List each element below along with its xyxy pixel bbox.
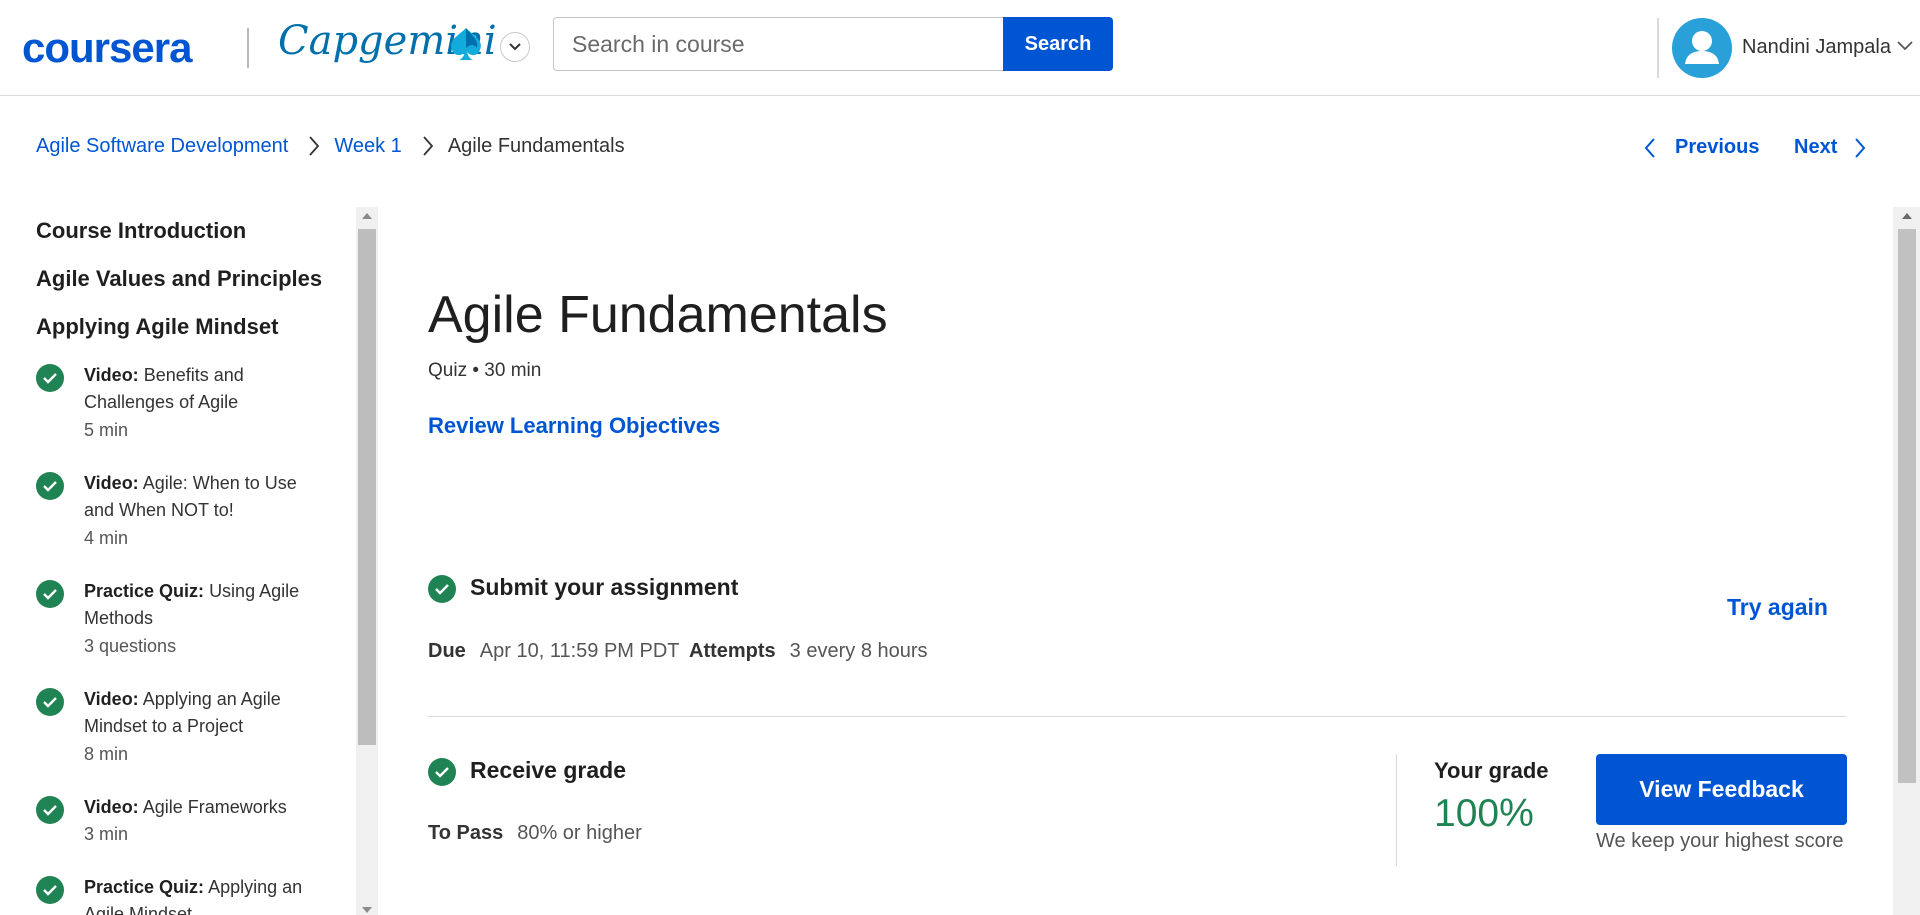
- sidebar-item-title: Video: Agile Frameworks: [84, 797, 287, 817]
- highest-score-note: We keep your highest score: [1596, 830, 1844, 852]
- top-header: coursera Capgemini Search Nandini Jampal…: [0, 0, 1920, 96]
- logo-divider: [247, 28, 249, 68]
- sidebar-scrollbar[interactable]: [356, 207, 378, 915]
- spade-logo-icon: [451, 28, 481, 60]
- section-divider: [428, 716, 1846, 717]
- search-input[interactable]: [553, 17, 1004, 71]
- due-label: Due: [428, 640, 466, 662]
- chevron-right-icon: [422, 135, 434, 157]
- scroll-down-arrow-icon[interactable]: [362, 907, 372, 913]
- main-scrollbar[interactable]: [1893, 207, 1920, 915]
- sidebar-scrollbar-thumb[interactable]: [358, 229, 376, 745]
- sidebar-item-meta: 8 min: [84, 744, 129, 764]
- sidebar-item-title: Video: Applying an Agile Mindset to a Pr…: [84, 689, 281, 736]
- sidebar-item-meta: 3 questions: [84, 636, 177, 656]
- breadcrumb-current: Agile Fundamentals: [447, 134, 625, 157]
- user-silhouette-icon: [1685, 31, 1719, 64]
- course-outline-sidebar: Course Introduction Agile Values and Pri…: [0, 207, 356, 915]
- attempts-info: Attempts 3 every 8 hours: [689, 640, 928, 663]
- attempts-value: 3 every 8 hours: [789, 640, 928, 662]
- coursera-logo[interactable]: coursera: [22, 24, 192, 72]
- main-scrollbar-thumb[interactable]: [1898, 229, 1916, 783]
- next-label: Next: [1794, 136, 1838, 158]
- page-title: Agile Fundamentals: [428, 286, 888, 344]
- sidebar-item-title: Practice Quiz: Applying an Agile Mindset: [84, 877, 303, 915]
- previous-button[interactable]: Previous: [1643, 136, 1759, 159]
- to-pass-label: To Pass: [428, 822, 504, 844]
- check-circle-icon: [36, 580, 64, 608]
- check-circle-icon: [36, 876, 64, 904]
- sidebar-item-meta: 4 min: [84, 528, 129, 548]
- chevron-right-icon: [308, 135, 320, 157]
- chevron-down-icon[interactable]: [1896, 40, 1914, 52]
- header-divider: [1657, 18, 1659, 78]
- next-button[interactable]: Next: [1794, 136, 1867, 159]
- previous-label: Previous: [1675, 136, 1760, 158]
- item-meta: Quiz • 30 min: [428, 360, 542, 381]
- sidebar-section-agile-values[interactable]: Agile Values and Principles: [36, 266, 322, 292]
- chevron-left-icon: [1644, 137, 1655, 158]
- view-feedback-button[interactable]: View Feedback: [1596, 754, 1847, 825]
- due-info: Due Apr 10, 11:59 PM PDT: [428, 640, 680, 663]
- sidebar-section-applying-agile-mindset[interactable]: Applying Agile Mindset: [36, 314, 278, 340]
- review-learning-objectives-link[interactable]: Review Learning Objectives: [428, 413, 720, 439]
- sidebar-item-title: Practice Quiz: Using Agile Methods: [84, 581, 300, 628]
- check-circle-icon: [428, 575, 456, 603]
- search-button[interactable]: Search: [1003, 17, 1113, 71]
- user-avatar-icon[interactable]: [1672, 18, 1732, 78]
- attempts-label: Attempts: [689, 640, 776, 662]
- submit-assignment-title: Submit your assignment: [470, 574, 739, 600]
- to-pass-value: 80% or higher: [517, 822, 642, 844]
- check-circle-icon: [36, 688, 64, 716]
- your-grade-label: Your grade: [1434, 758, 1549, 783]
- breadcrumb-week-link[interactable]: Week 1: [334, 135, 401, 158]
- receive-grade-title: Receive grade: [470, 757, 626, 783]
- check-circle-icon: [36, 364, 64, 392]
- main-content: Agile Fundamentals Quiz • 30 min Review …: [380, 207, 1890, 915]
- sidebar-item-title: Video: Benefits and Challenges of Agile: [84, 365, 244, 412]
- your-grade-value: 100%: [1434, 792, 1534, 835]
- sidebar-item-meta: 3 min: [84, 824, 129, 844]
- sidebar-section-course-introduction[interactable]: Course Introduction: [36, 218, 246, 244]
- grade-divider: [1396, 754, 1397, 866]
- to-pass-info: To Pass 80% or higher: [428, 822, 642, 845]
- user-name[interactable]: Nandini Jampala: [1742, 36, 1891, 59]
- due-value: Apr 10, 11:59 PM PDT: [479, 640, 680, 662]
- sidebar-item-title: Video: Agile: When to Use and When NOT t…: [84, 473, 297, 520]
- check-circle-icon: [428, 758, 456, 786]
- sidebar-item-meta: 5 min: [84, 420, 129, 440]
- try-again-button[interactable]: Try again: [1727, 594, 1828, 621]
- scroll-up-arrow-icon[interactable]: [1902, 213, 1912, 219]
- breadcrumb-course-link[interactable]: Agile Software Development: [36, 135, 288, 158]
- partner-menu-button[interactable]: [500, 32, 530, 62]
- breadcrumb: Agile Software Development Week 1 Agile …: [36, 133, 625, 159]
- chevron-down-icon: [509, 43, 521, 51]
- check-circle-icon: [36, 796, 64, 824]
- check-circle-icon: [36, 472, 64, 500]
- chevron-right-icon: [1855, 137, 1866, 158]
- scroll-up-arrow-icon[interactable]: [362, 213, 372, 219]
